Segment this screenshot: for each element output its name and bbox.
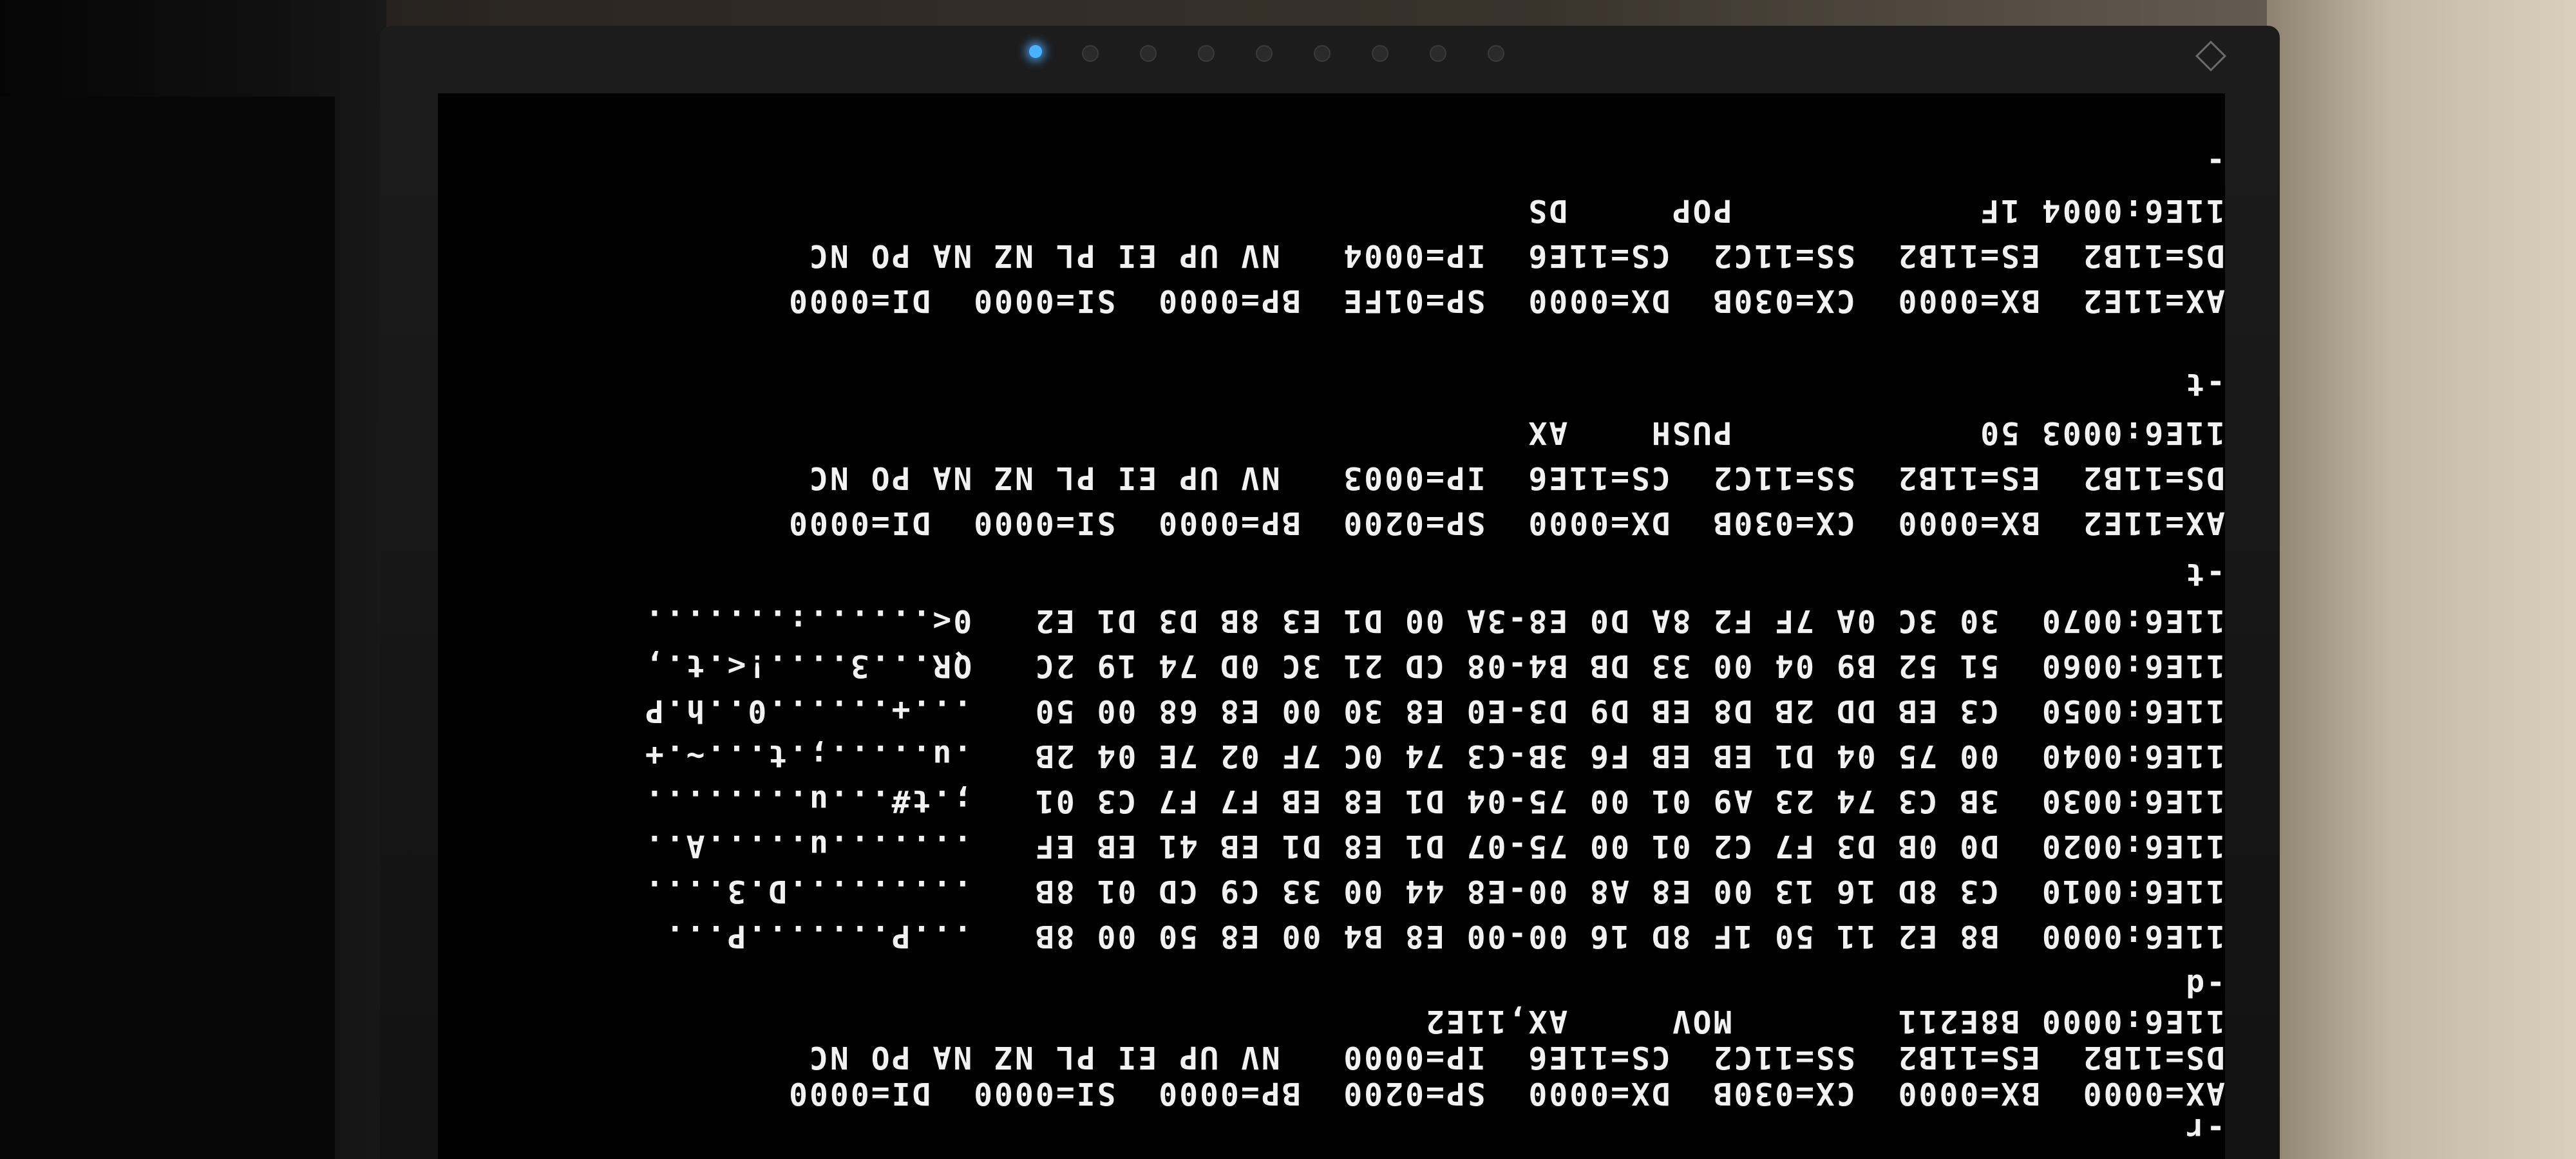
- terminal-line: 11E6:0030 3B C3 74 23 A9 01 00 75-04 D1 …: [643, 783, 2225, 819]
- terminal-line: 11E6:0040 00 75 04 D1 EB EB F6 3B-C3 74 …: [643, 738, 2225, 774]
- bezel-button[interactable]: [1430, 45, 1446, 62]
- bezel-button[interactable]: [1372, 45, 1388, 62]
- terminal-line: 11E6:0004 1F POP DS: [1526, 193, 2225, 229]
- bezel-button[interactable]: [1198, 45, 1215, 62]
- terminal-line: -r: [2184, 1111, 2225, 1147]
- power-led-icon: [1029, 45, 1042, 58]
- bezel-button[interactable]: [1488, 45, 1504, 62]
- bezel-button[interactable]: [1082, 45, 1099, 62]
- bezel-button[interactable]: [1140, 45, 1157, 62]
- terminal-line: 11E6:0000 B8E211 MOV AX,11E2: [1423, 1003, 2225, 1039]
- terminal-line: 11E6:0070 30 3C 0A 7F F2 8A D0 E8-3A 00 …: [643, 603, 2225, 639]
- monitor: -r AX=0000 BX=0000 CX=030B DX=0000 SP=02…: [380, 26, 2280, 1159]
- terminal-line: -t: [2184, 366, 2225, 402]
- terminal-line: AX=11E2 BX=0000 CX=030B DX=0000 SP=01FE …: [787, 283, 2225, 319]
- terminal-line: 11E6:0060 51 52 B9 04 00 33 DB B4-08 CD …: [643, 648, 2225, 684]
- terminal-line: DS=11B2 ES=11B2 SS=11C2 CS=11E6 IP=0004 …: [808, 238, 2225, 274]
- monitor-bezel: [380, 26, 2280, 103]
- photo-scene: -r AX=0000 BX=0000 CX=030B DX=0000 SP=02…: [0, 0, 2576, 1159]
- terminal-screen[interactable]: -r AX=0000 BX=0000 CX=030B DX=0000 SP=02…: [438, 93, 2225, 1159]
- terminal-line: AX=0000 BX=0000 CX=030B DX=0000 SP=0200 …: [787, 1075, 2225, 1111]
- adjacent-monitor-screen: [0, 97, 335, 1159]
- terminal-line: -t: [2184, 556, 2225, 592]
- bezel-button[interactable]: [1314, 45, 1331, 62]
- terminal-line: -: [2204, 144, 2225, 180]
- terminal-content: -r AX=0000 BX=0000 CX=030B DX=0000 SP=02…: [438, 93, 2225, 1159]
- brand-logo-icon: [2195, 40, 2227, 72]
- bezel-button[interactable]: [1256, 45, 1273, 62]
- background-wall: [2267, 0, 2576, 1159]
- terminal-line: 11E6:0003 50 PUSH AX: [1526, 415, 2225, 451]
- terminal-line: AX=11E2 BX=0000 CX=030B DX=0000 SP=0200 …: [787, 505, 2225, 541]
- terminal-line: -d: [2184, 967, 2225, 1003]
- terminal-line: 11E6:0000 B8 E2 11 50 1F 8D 16 00-00 E8 …: [663, 918, 2225, 954]
- terminal-line: DS=11B2 ES=11B2 SS=11C2 CS=11E6 IP=0003 …: [808, 460, 2225, 496]
- terminal-line: 11E6:0050 C3 EB DD 2B D8 EB D9 D3-E0 E8 …: [643, 693, 2225, 729]
- adjacent-monitor: [0, 0, 386, 1159]
- terminal-line: 11E6:0010 C3 8D 16 13 00 E8 A8 00-E8 44 …: [643, 873, 2225, 909]
- terminal-line: 11E6:0020 D0 0B D3 F7 C2 01 00 75-07 D1 …: [643, 828, 2225, 864]
- terminal-line: DS=11B2 ES=11B2 SS=11C2 CS=11E6 IP=0000 …: [808, 1039, 2225, 1075]
